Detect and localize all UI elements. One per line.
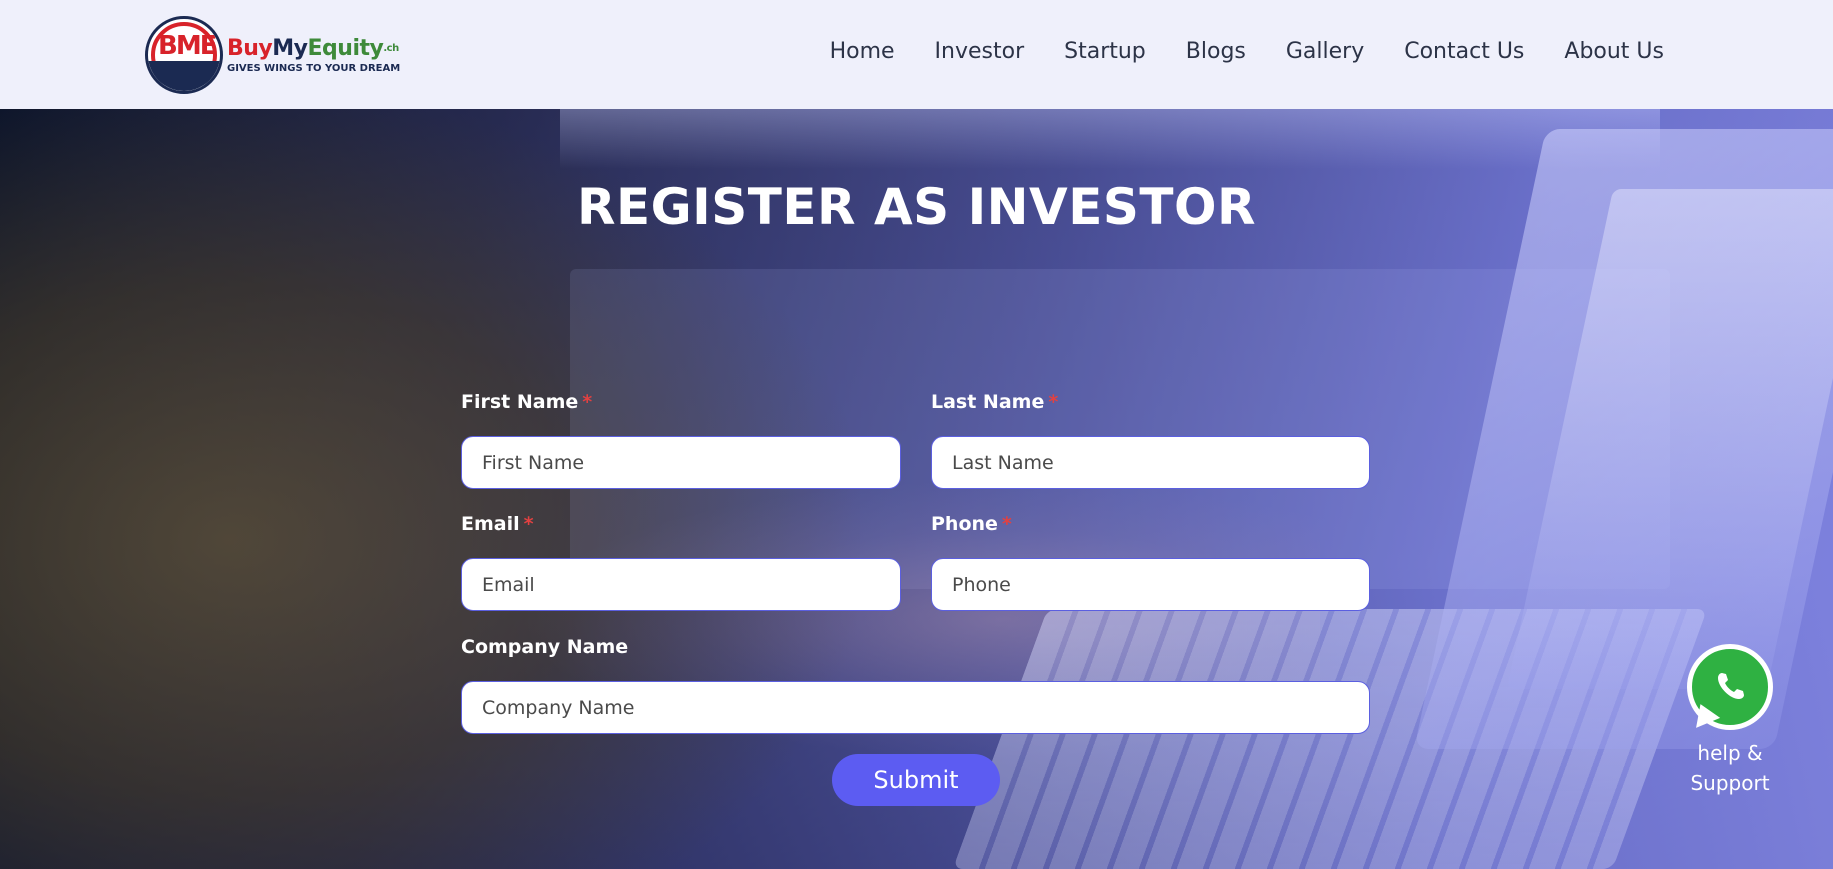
nav-blogs[interactable]: Blogs: [1186, 36, 1246, 68]
logo-mark-letters: BME: [158, 31, 217, 61]
required-marker: *: [582, 391, 593, 413]
email-label: Email *: [461, 513, 534, 535]
required-marker: *: [1001, 513, 1012, 535]
logo-text: BuyMyEquity.ch GIVES WINGS TO YOUR DREAM: [227, 35, 401, 74]
nav-investor[interactable]: Investor: [935, 36, 1025, 68]
logo-wordmark: BuyMyEquity.ch: [227, 35, 399, 61]
logo-tagline: GIVES WINGS TO YOUR DREAM: [227, 62, 401, 74]
submit-button[interactable]: Submit: [832, 754, 1000, 806]
site-header: BME BuyMyEquity.ch GIVES WINGS TO YOUR D…: [0, 0, 1833, 109]
nav-home[interactable]: Home: [830, 36, 895, 68]
last-name-label: Last Name *: [931, 391, 1059, 413]
logo-badge-icon: BME: [145, 16, 223, 94]
company-name-label: Company Name: [461, 636, 629, 658]
main-nav: Home Investor Startup Blogs Gallery Cont…: [790, 36, 1664, 68]
nav-startup[interactable]: Startup: [1064, 36, 1146, 68]
phone-input[interactable]: [931, 558, 1370, 611]
form-title: REGISTER AS INVESTOR: [576, 178, 1257, 236]
first-name-input[interactable]: [461, 436, 901, 489]
hero-background-light: [560, 109, 1660, 169]
help-support-widget[interactable]: help & Support: [1680, 644, 1780, 798]
required-marker: *: [1048, 391, 1059, 413]
support-label: help & Support: [1690, 741, 1770, 795]
last-name-input[interactable]: [931, 436, 1370, 489]
first-name-label: First Name *: [461, 391, 593, 413]
nav-contact-us[interactable]: Contact Us: [1404, 36, 1524, 68]
whatsapp-icon[interactable]: [1687, 644, 1773, 736]
nav-about-us[interactable]: About Us: [1564, 36, 1664, 68]
phone-handset-icon: [1718, 673, 1744, 699]
phone-label: Phone *: [931, 513, 1012, 535]
required-marker: *: [523, 513, 534, 535]
site-logo[interactable]: BME BuyMyEquity.ch GIVES WINGS TO YOUR D…: [145, 15, 400, 95]
email-input[interactable]: [461, 558, 901, 611]
company-name-input[interactable]: [461, 681, 1370, 734]
nav-gallery[interactable]: Gallery: [1286, 36, 1364, 68]
